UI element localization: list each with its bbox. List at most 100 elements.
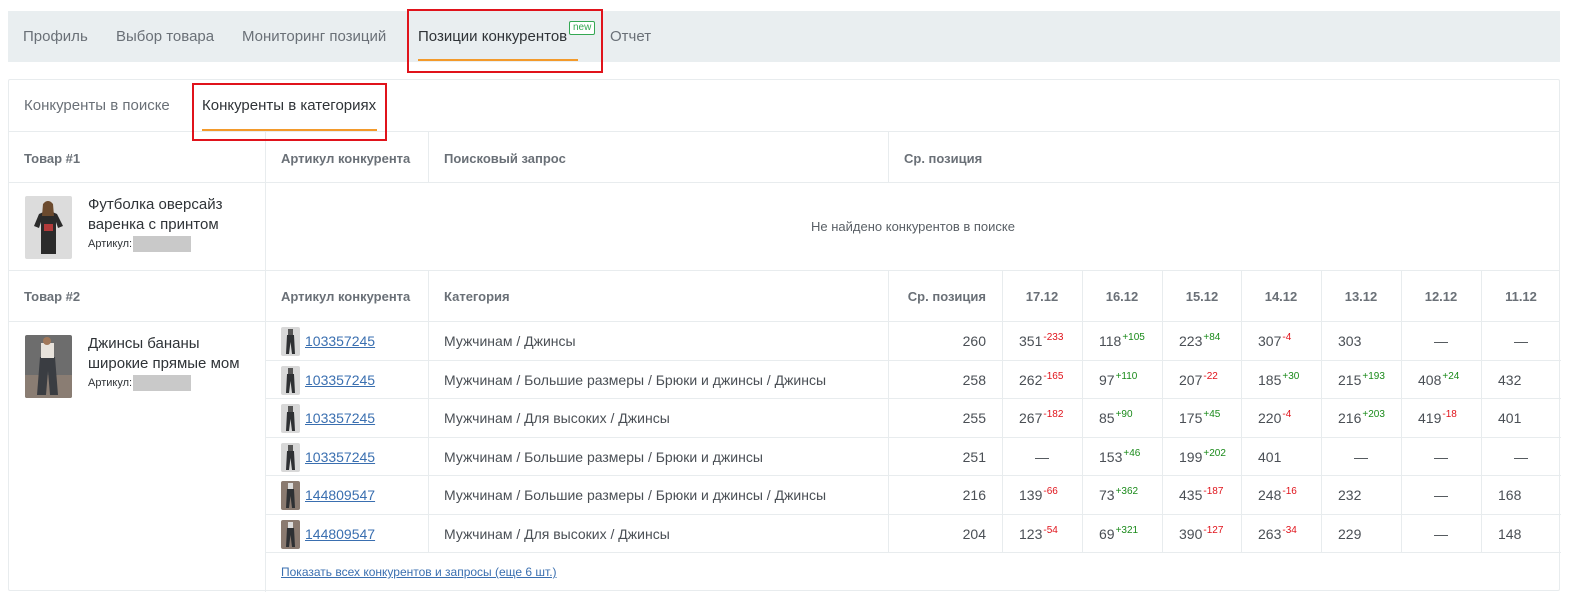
- daily-position-cell: 229: [1338, 526, 1361, 542]
- competitor-thumbnail: [281, 442, 300, 472]
- competitor-article-link[interactable]: 103357245: [305, 372, 375, 388]
- competitor-article-link[interactable]: 103357245: [305, 333, 375, 349]
- daily-position-cell: 215+193: [1338, 370, 1385, 387]
- tab-competitor-positions[interactable]: Позиции конкурентов: [418, 11, 567, 62]
- subtab-search-competitors[interactable]: Конкуренты в поиске: [24, 80, 170, 132]
- position-change-delta: +45: [1203, 409, 1221, 421]
- daily-position-cell: 435-187: [1179, 487, 1223, 503]
- daily-position-value: 139: [1019, 487, 1043, 503]
- competitor-thumbnail: [281, 481, 300, 510]
- daily-position-value: 85: [1099, 410, 1115, 426]
- tab-profile[interactable]: Профиль: [23, 11, 88, 62]
- position-change-delta: +203: [1362, 409, 1385, 421]
- daily-position-value: 401: [1258, 448, 1282, 465]
- daily-position-value: —: [1434, 525, 1448, 542]
- daily-position-cell: 262-165: [1019, 371, 1063, 388]
- product1-article: Артикул:: [88, 236, 192, 252]
- daily-position-cell: 148: [1498, 526, 1521, 542]
- active-tab-underline: [418, 59, 578, 61]
- tab-report[interactable]: Отчет: [610, 11, 651, 62]
- competitor-article-link[interactable]: 144809547: [305, 526, 375, 542]
- daily-position-cell: 351-233: [1019, 333, 1063, 349]
- daily-position-value: 419: [1418, 410, 1442, 426]
- daily-position-value: 148: [1498, 525, 1522, 542]
- daily-position-cell: 220-4: [1258, 410, 1291, 426]
- daily-position-cell: 401: [1258, 449, 1281, 465]
- daily-position-value: 216: [1338, 410, 1362, 426]
- avg-position-value: 204: [962, 525, 986, 542]
- position-change-delta: +193: [1362, 370, 1385, 382]
- position-change-delta: -66: [1043, 486, 1058, 498]
- col-divider: [428, 132, 429, 183]
- avg-position-value: 258: [962, 371, 986, 388]
- daily-position-value: 97: [1099, 371, 1115, 388]
- daily-position-value: 307: [1258, 333, 1282, 349]
- daily-position-cell: 153+46: [1099, 447, 1141, 465]
- daily-position-cell: 207-22: [1179, 370, 1218, 388]
- daily-position-value: —: [1434, 448, 1448, 465]
- daily-position-cell: 118+105: [1099, 333, 1145, 349]
- daily-position-value: 351: [1019, 333, 1043, 349]
- table1-header-row: [9, 132, 1559, 183]
- daily-position-cell: 419-18: [1418, 410, 1457, 426]
- competitor-article-link[interactable]: 144809547: [305, 487, 375, 503]
- subtab-category-competitors[interactable]: Конкуренты в категориях: [202, 80, 376, 132]
- table1-header-product: Товар #1: [24, 151, 81, 166]
- position-change-delta: -34: [1282, 524, 1297, 536]
- daily-position-cell: 85+90: [1099, 410, 1133, 426]
- table1-header-avg-position: Ср. позиция: [904, 151, 983, 166]
- active-subtab-underline: [202, 129, 377, 131]
- daily-position-cell: —: [1401, 526, 1481, 542]
- subtabs: Конкуренты в поиске Конкуренты в категор…: [9, 80, 1559, 132]
- tab-product-selection[interactable]: Выбор товара: [116, 11, 214, 62]
- daily-position-cell: 216+203: [1338, 410, 1385, 426]
- daily-position-cell: 185+30: [1258, 371, 1299, 387]
- tab-position-monitoring[interactable]: Мониторинг позиций: [242, 11, 386, 62]
- daily-position-cell: —: [1401, 333, 1481, 349]
- table2-header-product: Товар #2: [24, 289, 81, 304]
- daily-position-cell: —: [1401, 487, 1481, 503]
- daily-position-cell: 401: [1498, 410, 1521, 426]
- daily-position-value: 267: [1019, 410, 1043, 426]
- daily-position-cell: 123-54: [1019, 525, 1058, 541]
- daily-position-value: 303: [1338, 333, 1362, 349]
- daily-position-cell: —: [1401, 449, 1481, 465]
- daily-position-value: —: [1514, 448, 1528, 465]
- daily-position-value: 229: [1338, 525, 1362, 542]
- product2-name-line2: широкие прямые мом: [88, 355, 240, 372]
- competitor-article-link[interactable]: 103357245: [305, 449, 375, 465]
- product2-name-line1: Джинсы бананы: [88, 335, 200, 352]
- position-change-delta: -187: [1203, 486, 1224, 498]
- daily-position-value: —: [1434, 487, 1448, 503]
- top-navigation: Профиль Выбор товара Мониторинг позиций …: [8, 11, 1560, 62]
- col-divider: [888, 132, 889, 183]
- competitor-thumbnail: [281, 404, 300, 433]
- position-change-delta: -182: [1043, 409, 1064, 421]
- daily-position-value: 153: [1099, 448, 1123, 465]
- position-change-delta: -22: [1203, 370, 1218, 382]
- product1-image: [25, 196, 72, 259]
- table2-header-article: Артикул конкурента: [281, 289, 411, 304]
- new-badge: new: [569, 21, 596, 35]
- daily-position-value: 401: [1498, 410, 1522, 426]
- daily-position-value: 207: [1179, 371, 1203, 388]
- position-change-delta: -16: [1282, 486, 1297, 498]
- competitor-thumbnail: [281, 365, 300, 395]
- position-change-delta: +46: [1123, 447, 1141, 459]
- daily-position-cell: 307-4: [1258, 333, 1291, 349]
- daily-position-cell: 408+24: [1418, 371, 1459, 387]
- table1-header-query: Поисковый запрос: [444, 151, 566, 166]
- daily-position-value: 262: [1019, 371, 1043, 388]
- table1-header-article: Артикул конкурента: [281, 151, 411, 166]
- product2-article: Артикул:: [88, 375, 192, 391]
- daily-position-cell: —: [1481, 333, 1561, 349]
- position-change-delta: +362: [1115, 486, 1139, 498]
- show-all-competitors-link[interactable]: Показать всех конкурентов и запросы (еще…: [281, 565, 557, 579]
- competitor-article-link[interactable]: 103357245: [305, 410, 375, 426]
- daily-position-value: 223: [1179, 333, 1203, 349]
- date-header: 11.12: [1505, 289, 1537, 304]
- date-header: 12.12: [1424, 289, 1458, 304]
- position-change-delta: +90: [1115, 409, 1133, 421]
- competitor-thumbnail: [281, 327, 300, 356]
- daily-position-cell: 168: [1498, 487, 1521, 503]
